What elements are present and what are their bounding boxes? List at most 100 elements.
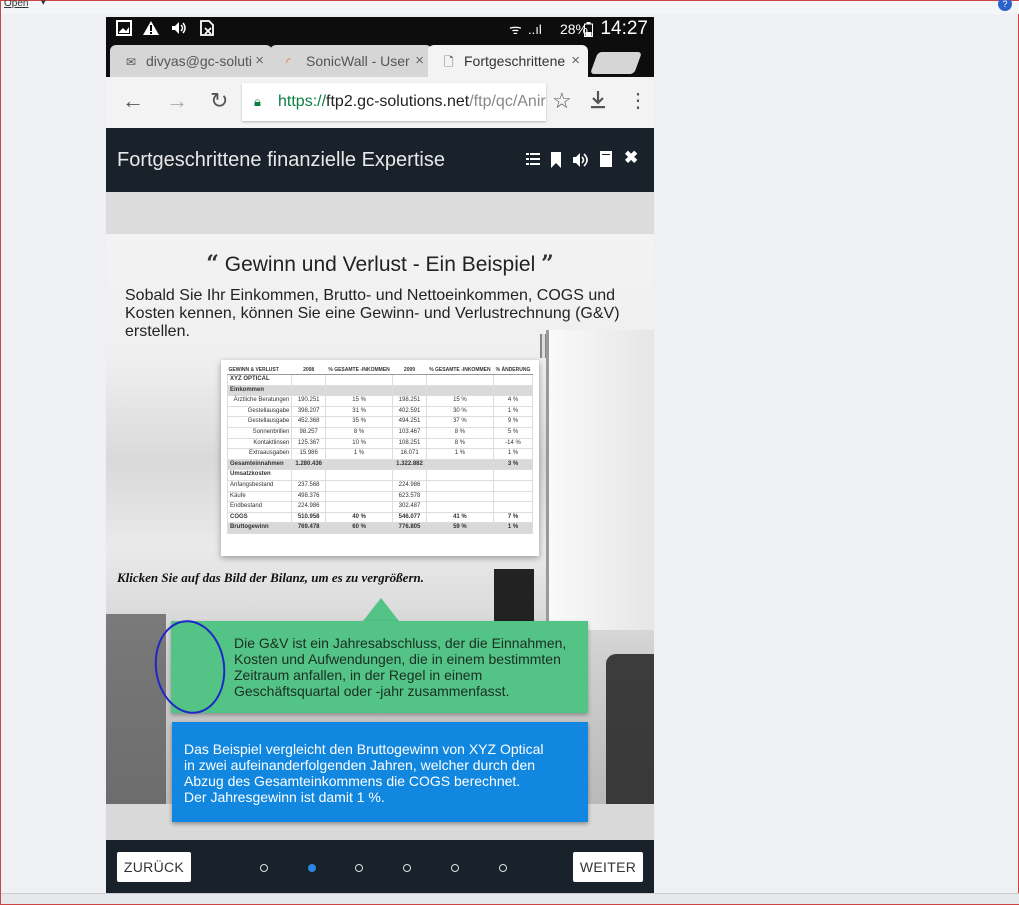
close-icon[interactable]: ✖ xyxy=(624,148,638,168)
statement-cell xyxy=(493,469,533,481)
statement-row: Gestellausgabe 398.207 31 % 402.591 30 % 1 % xyxy=(226,405,533,418)
reload-icon[interactable]: ↻ xyxy=(210,89,228,113)
statement-cell xyxy=(425,458,495,471)
statement-cell: Gesamteinnahmen xyxy=(226,458,293,471)
statement-cell: 224.986 xyxy=(392,479,427,492)
statement-row: Umsatzkosten xyxy=(226,469,533,481)
statement-row: Anfangsbestand 237.568 224.986 xyxy=(226,479,533,492)
chevron-down-icon[interactable]: ▾ xyxy=(41,0,46,8)
url-field[interactable]: 🔒︎ https://ftp2.gc-solutions.net/ftp/qc/… xyxy=(242,83,546,121)
close-tab-icon[interactable]: × xyxy=(415,45,424,77)
wifi-icon: ᯤ xyxy=(509,21,522,37)
notes-icon[interactable] xyxy=(600,151,612,167)
statement-cell xyxy=(493,479,533,492)
statement-cell: XYZ OPTICAL xyxy=(226,374,293,386)
slide-heading: “ Gewinn und Verlust - Ein Beispiel ” xyxy=(206,251,554,277)
course-title: Fortgeschrittene finanzielle Expertise xyxy=(117,149,445,171)
statement-cell: Käufe xyxy=(226,490,293,503)
new-tab-button[interactable] xyxy=(589,52,643,74)
statement-cell xyxy=(493,490,533,503)
help-icon[interactable]: ? xyxy=(998,0,1012,11)
statement-cell: 546.077 xyxy=(392,511,427,524)
statement-cell xyxy=(425,469,495,481)
callout-arrow xyxy=(363,598,399,621)
back-arrow-icon[interactable]: ← xyxy=(122,89,144,113)
definition-text: Die G&V ist ein Jahresabschluss, der die… xyxy=(234,635,567,699)
pagination-dot[interactable] xyxy=(499,864,507,872)
statement-cell: 37 % xyxy=(425,416,495,428)
sonicwall-icon: ◜ xyxy=(286,55,291,69)
statement-cell xyxy=(291,384,326,397)
tab-sonicwall[interactable]: ◜ SonicWall - User × xyxy=(270,45,432,77)
close-tab-icon[interactable]: × xyxy=(255,45,264,77)
statement-cell xyxy=(291,469,326,481)
statement-cell: 494.251 xyxy=(392,416,427,428)
tab-mail[interactable]: ✉ divyas@gc-soluti × xyxy=(110,45,272,77)
pagination-dot[interactable] xyxy=(355,864,363,872)
star-icon[interactable]: ☆ xyxy=(552,89,572,113)
forward-arrow-icon[interactable]: → xyxy=(166,89,188,113)
example-callout: Das Beispiel vergleicht den Bruttogewinn… xyxy=(172,722,588,822)
statement-row: COGS 510.958 40 % 546.077 41 % 7 % xyxy=(226,511,533,524)
host-toolbar: Open ▾ ? xyxy=(1,0,1019,14)
clock: 14:27 xyxy=(600,18,648,39)
statement-cell xyxy=(392,374,427,386)
statement-cell xyxy=(493,374,533,386)
statement-cell: Endbestand xyxy=(226,501,293,513)
statement-cell xyxy=(392,384,427,397)
pagination-dot[interactable] xyxy=(451,864,459,872)
close-tab-icon[interactable]: × xyxy=(571,45,580,77)
statement-cell: Umsatzkosten xyxy=(226,469,293,481)
statement-cell: 1.280.436 xyxy=(291,458,326,471)
course-header: Fortgeschrittene finanzielle Expertise ✖ xyxy=(106,128,654,192)
statement-cell: 776.805 xyxy=(392,522,427,534)
overflow-menu-icon[interactable]: ⋮ xyxy=(628,89,648,113)
signal-icon: ..ıl xyxy=(528,22,542,37)
list-icon[interactable] xyxy=(526,152,540,166)
audio-icon[interactable] xyxy=(572,152,592,168)
open-quote-icon: “ xyxy=(206,251,219,277)
bookmark-icon[interactable] xyxy=(550,152,562,168)
statement-row: Sonnenbrillen 98.257 8 % 103.467 8 % 5 % xyxy=(226,426,533,439)
statement-cell: 769.478 xyxy=(291,522,326,534)
warning-icon xyxy=(143,21,159,35)
statement-cell: Sonnenbrillen xyxy=(226,426,293,439)
statement-cell: 452.368 xyxy=(291,416,326,428)
statement-cell xyxy=(425,479,495,492)
open-menu[interactable]: Open xyxy=(4,0,28,9)
statement-cell: 402.591 xyxy=(392,405,427,418)
page-icon: 🗋 xyxy=(444,55,454,69)
back-button[interactable]: ZURÜCK xyxy=(117,852,191,882)
statement-cell xyxy=(425,490,495,503)
next-button[interactable]: WEITER xyxy=(573,852,643,882)
statement-header-cell: % GESAMTE -INKOMMEN xyxy=(325,366,393,375)
statement-row: Gestellausgabe 452.368 35 % 494.251 37 % 9 % xyxy=(226,416,533,428)
statement-cell xyxy=(493,384,533,397)
pagination-dot[interactable] xyxy=(308,864,316,872)
tab-course[interactable]: 🗋 Fortgeschrittene × xyxy=(428,45,588,77)
statement-header-cell: 2008 xyxy=(291,366,326,375)
statement-cell: 8 % xyxy=(425,426,495,439)
statement-cell: 1 % xyxy=(493,522,533,534)
statement-cell xyxy=(324,374,394,386)
statement-cell: 398.207 xyxy=(291,405,326,418)
statement-cell: COGS xyxy=(226,511,293,524)
pagination-dot[interactable] xyxy=(260,864,268,872)
statement-header-cell: % ÄNDERUNG xyxy=(493,366,533,375)
income-statement-image[interactable]: GEWINN & VERLUST 2008% GESAMTE -INKOMMEN 2… xyxy=(221,360,539,556)
example-text: Das Beispiel vergleicht den Bruttogewinn… xyxy=(184,741,544,805)
download-icon[interactable] xyxy=(589,89,607,111)
statement-cell: Gestellausgabe xyxy=(226,405,293,418)
statement-cell: Ärztliche Beratungen xyxy=(226,395,293,407)
statement-row: Käufe 498.376 623.578 xyxy=(226,490,533,503)
statement-cell: 237.568 xyxy=(291,479,326,492)
statement-row: Kontaktlinsen 125.367 10 % 108.251 8 % -14 % xyxy=(226,437,533,450)
statement-header-cell: % GESAMTE -INKOMMEN xyxy=(426,366,494,375)
pagination-dot[interactable] xyxy=(403,864,411,872)
statement-cell xyxy=(425,374,495,386)
statement-cell: 3 % xyxy=(493,458,533,471)
statement-header-cell: 2009 xyxy=(392,366,427,375)
statement-cell xyxy=(493,501,533,513)
browser-omnibar: ← → ↻ 🔒︎ https://ftp2.gc-solutions.net/f… xyxy=(106,77,654,129)
close-quote-icon: ” xyxy=(541,251,554,277)
